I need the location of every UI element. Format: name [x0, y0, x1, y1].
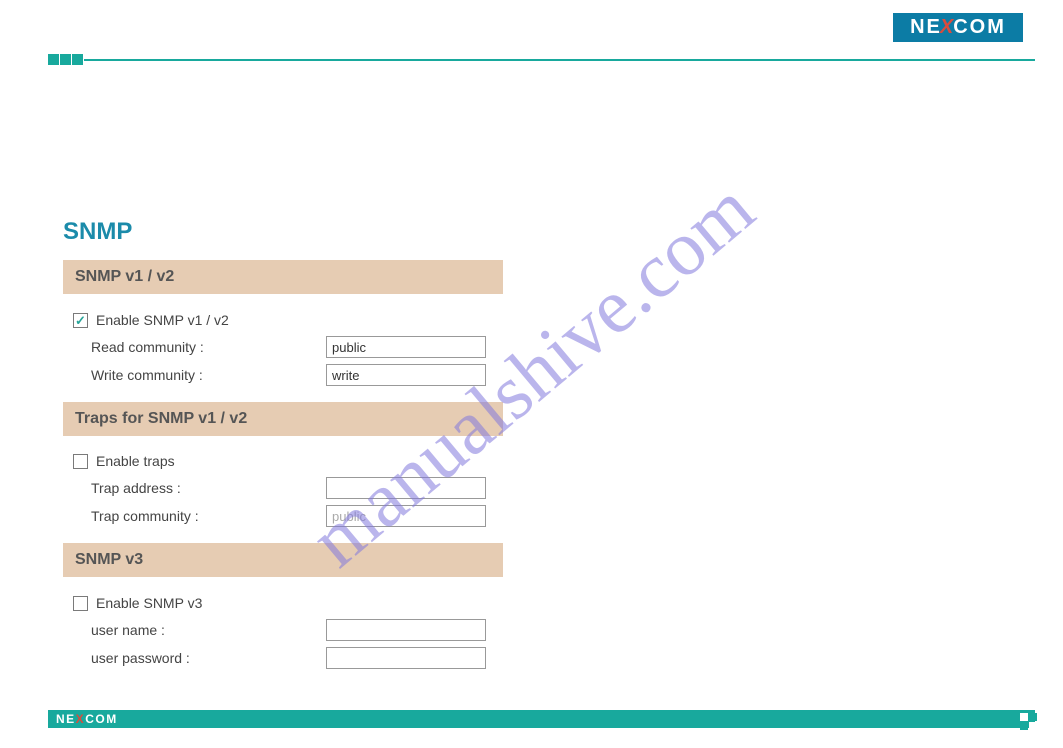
trap-community-label: Trap community : [91, 508, 326, 524]
read-community-input[interactable] [326, 336, 486, 358]
footer-decor [1020, 713, 1037, 730]
read-community-label: Read community : [91, 339, 326, 355]
decor-square [60, 54, 71, 65]
username-label: user name : [91, 622, 326, 638]
footer-bar: NEXCOM [48, 710, 1035, 728]
username-input[interactable] [326, 619, 486, 641]
header-divider [48, 54, 1035, 64]
form-snmp-v1v2: Enable SNMP v1 / v2 Read community : Wri… [73, 312, 486, 392]
footer-logo: NEXCOM [56, 712, 118, 726]
trap-address-input[interactable] [326, 477, 486, 499]
section-header-snmp-v3: SNMP v3 [63, 543, 503, 577]
footer-brand-x: X [76, 712, 86, 726]
form-traps: Enable traps Trap address : Trap communi… [73, 453, 486, 533]
decor-square [72, 54, 83, 65]
decor-square [1020, 713, 1028, 721]
brand-logo: NEXCOM [893, 13, 1023, 42]
trap-address-label: Trap address : [91, 480, 326, 496]
password-input[interactable] [326, 647, 486, 669]
trap-community-input[interactable] [326, 505, 486, 527]
header-line [84, 59, 1035, 61]
password-label: user password : [91, 650, 326, 666]
section-header-traps: Traps for SNMP v1 / v2 [63, 402, 503, 436]
decor-square [48, 54, 59, 65]
enable-snmp-v3-checkbox[interactable] [73, 596, 88, 611]
enable-snmp-v1v2-label: Enable SNMP v1 / v2 [96, 312, 229, 328]
page-title: SNMP [63, 218, 132, 246]
enable-snmp-v1v2-checkbox[interactable] [73, 313, 88, 328]
enable-traps-checkbox[interactable] [73, 454, 88, 469]
form-snmp-v3: Enable SNMP v3 user name : user password… [73, 595, 486, 675]
decor-square [1029, 722, 1037, 730]
footer-brand-2: COM [85, 712, 118, 726]
write-community-input[interactable] [326, 364, 486, 386]
write-community-label: Write community : [91, 367, 326, 383]
footer-brand-1: NE [56, 712, 76, 726]
enable-snmp-v3-label: Enable SNMP v3 [96, 595, 202, 611]
brand-text-1: NE [910, 16, 942, 39]
brand-text-2: COM [953, 16, 1006, 39]
decor-square [1029, 713, 1037, 721]
section-header-snmp-v1v2: SNMP v1 / v2 [63, 260, 503, 294]
enable-traps-label: Enable traps [96, 453, 175, 469]
decor-square [1020, 722, 1028, 730]
